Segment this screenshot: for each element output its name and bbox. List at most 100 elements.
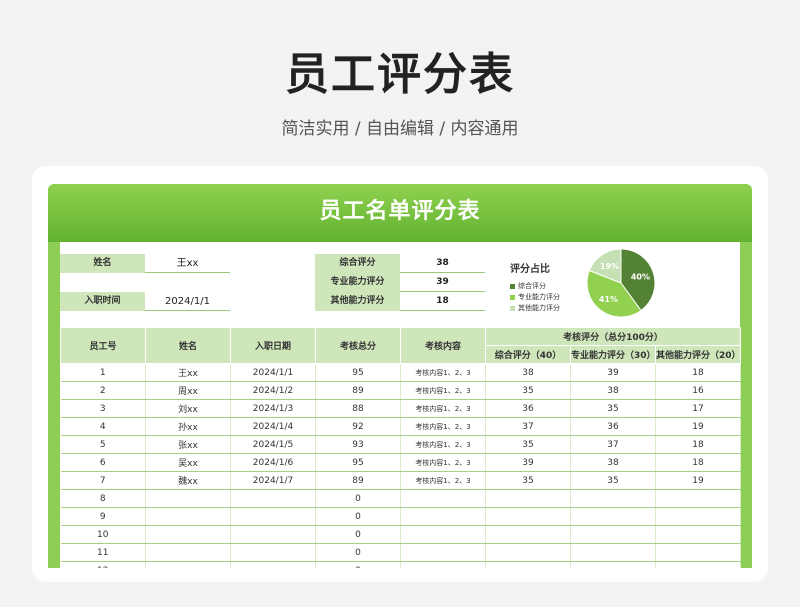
cell-professional-score[interactable] — [570, 507, 656, 526]
cell-content[interactable]: 考核内容1、2、3 — [400, 417, 486, 436]
cell-date[interactable]: 2024/1/7 — [230, 471, 316, 490]
cell-other-score[interactable]: 17 — [655, 399, 742, 418]
cell-name[interactable]: 刘xx — [145, 399, 231, 418]
score-value-professional[interactable]: 39 — [400, 273, 485, 292]
cell-content[interactable]: 考核内容1、2、3 — [400, 363, 486, 382]
cell-other-score[interactable]: 16 — [655, 381, 742, 400]
cell-id[interactable]: 12 — [60, 561, 146, 568]
cell-content[interactable]: 考核内容1、2、3 — [400, 453, 486, 472]
cell-other-score[interactable]: 18 — [655, 453, 742, 472]
cell-overall-score[interactable]: 35 — [485, 381, 571, 400]
cell-overall-score[interactable]: 39 — [485, 453, 571, 472]
cell-date[interactable] — [230, 525, 316, 544]
score-value-other[interactable]: 18 — [400, 292, 485, 311]
cell-overall-score[interactable]: 36 — [485, 399, 571, 418]
cell-content[interactable]: 考核内容1、2、3 — [400, 381, 486, 400]
cell-total[interactable]: 0 — [315, 543, 401, 562]
cell-total[interactable]: 0 — [315, 561, 401, 568]
cell-date[interactable]: 2024/1/2 — [230, 381, 316, 400]
cell-overall-score[interactable] — [485, 561, 571, 568]
cell-total[interactable]: 0 — [315, 507, 401, 526]
cell-content[interactable] — [400, 543, 486, 562]
cell-id[interactable]: 10 — [60, 525, 146, 544]
cell-id[interactable]: 8 — [60, 489, 146, 508]
cell-other-score[interactable]: 18 — [655, 435, 742, 454]
cell-date[interactable]: 2024/1/3 — [230, 399, 316, 418]
cell-id[interactable]: 5 — [60, 435, 146, 454]
cell-content[interactable] — [400, 561, 486, 568]
cell-other-score[interactable]: 19 — [655, 471, 742, 490]
cell-total[interactable]: 92 — [315, 417, 401, 436]
cell-content[interactable] — [400, 507, 486, 526]
cell-professional-score[interactable] — [570, 561, 656, 568]
cell-overall-score[interactable] — [485, 543, 571, 562]
score-value-overall[interactable]: 38 — [400, 254, 485, 273]
cell-overall-score[interactable] — [485, 507, 571, 526]
cell-other-score[interactable]: 19 — [655, 417, 742, 436]
date-value[interactable]: 2024/1/1 — [145, 292, 230, 311]
cell-overall-score[interactable] — [485, 489, 571, 508]
cell-name[interactable]: 魏xx — [145, 471, 231, 490]
cell-name[interactable] — [145, 561, 231, 568]
cell-other-score[interactable]: 18 — [655, 363, 742, 382]
cell-date[interactable]: 2024/1/1 — [230, 363, 316, 382]
cell-professional-score[interactable]: 38 — [570, 381, 656, 400]
cell-overall-score[interactable]: 35 — [485, 471, 571, 490]
cell-professional-score[interactable] — [570, 525, 656, 544]
cell-total[interactable]: 95 — [315, 453, 401, 472]
cell-id[interactable]: 1 — [60, 363, 146, 382]
cell-professional-score[interactable]: 38 — [570, 453, 656, 472]
cell-content[interactable] — [400, 525, 486, 544]
cell-date[interactable] — [230, 561, 316, 568]
cell-total[interactable]: 93 — [315, 435, 401, 454]
cell-total[interactable]: 88 — [315, 399, 401, 418]
cell-name[interactable]: 吴xx — [145, 453, 231, 472]
cell-date[interactable]: 2024/1/6 — [230, 453, 316, 472]
cell-professional-score[interactable]: 36 — [570, 417, 656, 436]
cell-professional-score[interactable]: 39 — [570, 363, 656, 382]
cell-id[interactable]: 11 — [60, 543, 146, 562]
cell-professional-score[interactable]: 37 — [570, 435, 656, 454]
cell-date[interactable] — [230, 489, 316, 508]
cell-professional-score[interactable]: 35 — [570, 471, 656, 490]
name-value[interactable]: 王xx — [145, 254, 230, 273]
cell-id[interactable]: 4 — [60, 417, 146, 436]
cell-content[interactable] — [400, 489, 486, 508]
cell-total[interactable]: 89 — [315, 381, 401, 400]
cell-content[interactable]: 考核内容1、2、3 — [400, 399, 486, 418]
cell-id[interactable]: 3 — [60, 399, 146, 418]
cell-date[interactable]: 2024/1/4 — [230, 417, 316, 436]
cell-total[interactable]: 0 — [315, 489, 401, 508]
cell-content[interactable]: 考核内容1、2、3 — [400, 471, 486, 490]
cell-name[interactable]: 王xx — [145, 363, 231, 382]
cell-id[interactable]: 2 — [60, 381, 146, 400]
cell-other-score[interactable] — [655, 543, 742, 562]
cell-name[interactable] — [145, 543, 231, 562]
cell-name[interactable] — [145, 525, 231, 544]
cell-professional-score[interactable] — [570, 489, 656, 508]
cell-id[interactable]: 7 — [60, 471, 146, 490]
cell-name[interactable] — [145, 507, 231, 526]
cell-name[interactable] — [145, 489, 231, 508]
cell-total[interactable]: 95 — [315, 363, 401, 382]
cell-total[interactable]: 0 — [315, 525, 401, 544]
cell-overall-score[interactable]: 35 — [485, 435, 571, 454]
cell-id[interactable]: 6 — [60, 453, 146, 472]
cell-name[interactable]: 周xx — [145, 381, 231, 400]
cell-date[interactable] — [230, 543, 316, 562]
cell-overall-score[interactable] — [485, 525, 571, 544]
cell-total[interactable]: 89 — [315, 471, 401, 490]
cell-other-score[interactable] — [655, 561, 742, 568]
cell-overall-score[interactable]: 38 — [485, 363, 571, 382]
cell-name[interactable]: 孙xx — [145, 417, 231, 436]
cell-professional-score[interactable]: 35 — [570, 399, 656, 418]
cell-overall-score[interactable]: 37 — [485, 417, 571, 436]
cell-content[interactable]: 考核内容1、2、3 — [400, 435, 486, 454]
cell-name[interactable]: 张xx — [145, 435, 231, 454]
cell-other-score[interactable] — [655, 507, 742, 526]
cell-other-score[interactable] — [655, 489, 742, 508]
cell-id[interactable]: 9 — [60, 507, 146, 526]
cell-date[interactable] — [230, 507, 316, 526]
cell-other-score[interactable] — [655, 525, 742, 544]
cell-date[interactable]: 2024/1/5 — [230, 435, 316, 454]
